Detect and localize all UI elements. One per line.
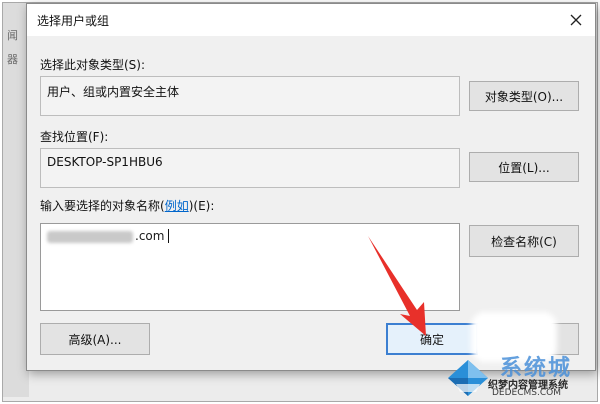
annotation-arrow <box>368 236 426 336</box>
watermark-logo-icon <box>448 360 488 396</box>
watermark: 系统城 织梦内容管理系统 DEDECMS.COM <box>440 350 600 404</box>
watermark-url: DEDECMS.COM <box>492 388 561 398</box>
red-arrow-icon <box>368 236 426 336</box>
